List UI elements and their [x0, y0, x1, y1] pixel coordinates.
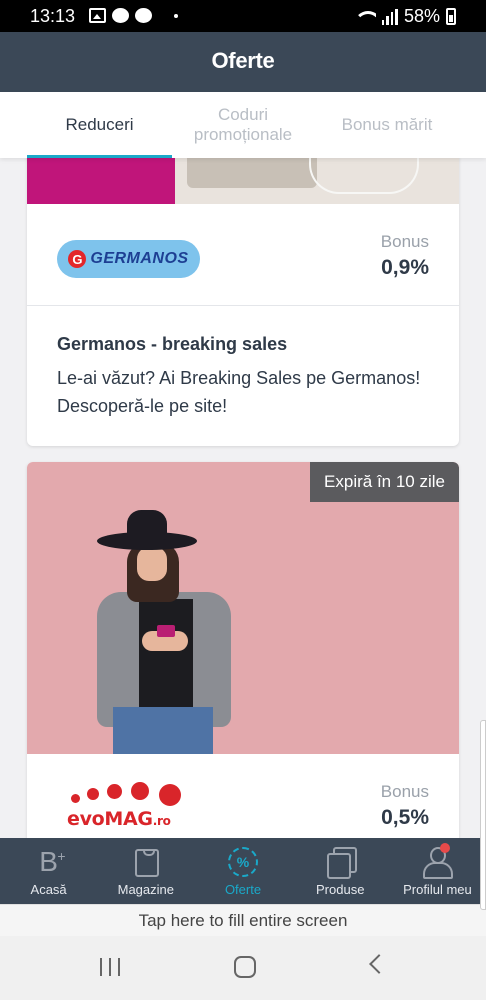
dot-icon [174, 14, 178, 18]
active-tab-indicator [27, 155, 172, 158]
offer-card-germanos[interactable]: G GERMANOS Bonus 0,9% Germanos - breakin… [27, 158, 459, 446]
nav-oferte[interactable]: % Oferte [194, 838, 291, 904]
tab-label: Bonus mărit [341, 115, 433, 134]
messenger-icon [135, 8, 152, 23]
offer-image [27, 158, 459, 204]
gallery-icon [89, 8, 106, 23]
offer-card-evomag[interactable]: Expiră în 10 zile evoMAG.ro Bonus 0,5% [27, 462, 459, 838]
system-navigation-bar [0, 936, 486, 1000]
tab-label: Coduri promoționale [193, 105, 293, 144]
offer-description: Le-ai văzut? Ai Breaking Sales pe German… [57, 368, 421, 416]
status-time: 13:13 [30, 6, 76, 26]
bonus-label: Bonus [380, 782, 429, 801]
offer-tabs: Reduceri Coduri promoționale Bonus mărit [0, 92, 486, 158]
messenger-icon [112, 8, 129, 23]
percent-badge-icon: % [228, 847, 258, 877]
nav-label: Produse [316, 882, 365, 897]
scrollbar[interactable] [480, 720, 486, 910]
nav-acasa[interactable]: B + Acasă [0, 838, 97, 904]
tab-reduceri[interactable]: Reduceri [27, 92, 172, 158]
offer-title: Germanos - breaking sales [57, 334, 288, 354]
shopping-bag-icon [135, 849, 160, 877]
offer-brand-row: evoMAG.ro Bonus 0,5% [27, 754, 459, 838]
fill-screen-button[interactable]: Tap here to fill entire screen [0, 904, 486, 936]
battery-percent: 58% [403, 6, 440, 26]
battery-icon [446, 8, 456, 25]
notification-dot [440, 843, 451, 853]
nav-label: Oferte [224, 882, 262, 897]
offer-brand-row: G GERMANOS Bonus 0,9% [27, 204, 459, 306]
expiry-badge: Expiră în 10 zile [310, 462, 459, 502]
nav-label: Acasă [30, 882, 67, 897]
nav-produse[interactable]: Produse [292, 838, 389, 904]
evomag-logo: evoMAG.ro [67, 780, 197, 838]
tab-bonus-marit[interactable]: Bonus mărit [318, 92, 456, 158]
nav-label: Profilul meu [403, 882, 472, 897]
status-bar: 13:13 58% [0, 0, 486, 32]
back-icon[interactable] [369, 954, 389, 974]
home-icon[interactable] [234, 956, 256, 978]
offer-image: Expiră în 10 zile [27, 462, 459, 754]
woman-with-phone-photo [97, 507, 237, 754]
status-notification-icons [89, 8, 178, 23]
offers-list[interactable]: G GERMANOS Bonus 0,9% Germanos - breakin… [0, 158, 486, 838]
bonus-value: 0,9% [381, 256, 429, 279]
home-b-icon: B + [39, 846, 66, 877]
tab-label: Reduceri [65, 115, 134, 134]
status-system-icons: 58% [353, 6, 456, 27]
bonus-label: Bonus [380, 232, 429, 251]
nav-profilul-meu[interactable]: Profilul meu [389, 838, 486, 904]
recents-icon[interactable] [100, 958, 120, 976]
tab-coduri-promotionale[interactable]: Coduri promoționale [180, 92, 306, 158]
nav-label: Magazine [117, 882, 174, 897]
bonus-value: 0,5% [381, 806, 429, 829]
nav-magazine[interactable]: Magazine [97, 838, 194, 904]
brand-name: evoMAG.ro [67, 808, 171, 830]
products-icon [325, 847, 358, 879]
signal-icon [381, 8, 398, 25]
profile-icon [422, 843, 454, 879]
germanos-g-icon: G [68, 250, 87, 268]
germanos-logo: G GERMANOS [57, 240, 200, 278]
bottom-nav: B + Acasă Magazine % Oferte Produse Profi… [0, 838, 486, 904]
app-header: Oferte [0, 32, 486, 92]
brand-name: GERMANOS [90, 250, 189, 267]
page-title: Oferte [211, 48, 275, 73]
wifi-icon [353, 9, 376, 25]
